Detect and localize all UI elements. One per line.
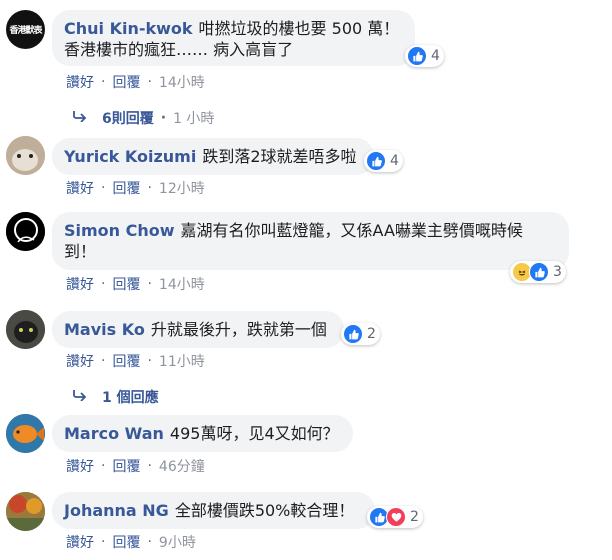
- comment-text: 升就最後升，跌就第一個: [150, 320, 327, 339]
- comment-author[interactable]: Johanna NG: [64, 501, 169, 520]
- comment-time[interactable]: 46分鐘: [159, 456, 205, 476]
- avatar[interactable]: [6, 136, 45, 175]
- separator-dot: ·: [101, 180, 106, 196]
- like-icon: [343, 324, 363, 344]
- comment-actions: 讚好 · 回覆 · 46分鐘: [66, 456, 205, 476]
- comment-bubble: Marco Wan 495萬呀，见4又如何？: [52, 415, 353, 452]
- reaction-count: 2: [410, 509, 419, 525]
- comment-actions: 讚好 · 回覆 · 14小時: [66, 72, 205, 92]
- like-button[interactable]: 讚好: [66, 532, 94, 552]
- avatar[interactable]: [6, 310, 45, 349]
- like-button[interactable]: 讚好: [66, 178, 94, 198]
- reaction-summary[interactable]: 2: [341, 323, 380, 345]
- comment-author[interactable]: Simon Chow: [64, 221, 175, 240]
- comment-text: 495萬呀，见4又如何？: [169, 424, 339, 443]
- separator-dot: ·: [101, 534, 106, 550]
- comment-actions: 讚好 · 回覆 · 14小時: [66, 274, 205, 294]
- autumn-photo-icon: [6, 492, 45, 531]
- like-icon: [529, 262, 549, 282]
- comment-bubble: Johanna NG 全部樓價跌50%較合理！: [52, 492, 375, 529]
- comment-bubble: Yurick Koizumi 跌到落2球就差唔多啦: [52, 138, 374, 175]
- separator-dot: ·: [147, 180, 152, 196]
- comment-time[interactable]: 12小時: [159, 178, 205, 198]
- reply-button[interactable]: 回覆: [112, 532, 140, 552]
- reply-arrow-icon: [72, 389, 88, 405]
- hamster-photo-icon: [6, 136, 45, 175]
- reaction-count: 3: [553, 264, 562, 280]
- reaction-summary[interactable]: 3: [510, 261, 566, 283]
- separator-dot: ·: [160, 110, 167, 126]
- reply-button[interactable]: 回覆: [112, 274, 140, 294]
- comment-text: 全部樓價跌50%較合理！: [174, 501, 355, 520]
- comment-time[interactable]: 14小時: [159, 274, 205, 294]
- separator-dot: ·: [147, 276, 152, 292]
- separator-dot: ·: [101, 276, 106, 292]
- reply-arrow-icon: [72, 110, 88, 126]
- comment-author[interactable]: Marco Wan: [64, 424, 164, 443]
- separator-dot: ·: [147, 458, 152, 474]
- view-replies-link[interactable]: 1 個回應: [72, 387, 159, 407]
- separator-dot: ·: [101, 74, 106, 90]
- replies-count-label[interactable]: 6則回覆: [102, 108, 154, 128]
- comment-actions: 讚好 · 回覆 · 9小時: [66, 532, 196, 552]
- reply-button[interactable]: 回覆: [112, 456, 140, 476]
- separator-dot: ·: [147, 353, 152, 369]
- replies-time: 1 小時: [173, 111, 215, 127]
- reply-button[interactable]: 回覆: [112, 72, 140, 92]
- like-button[interactable]: 讚好: [66, 274, 94, 294]
- reaction-count: 2: [367, 326, 376, 342]
- reaction-summary[interactable]: 4: [364, 150, 403, 172]
- comment-author[interactable]: Chui Kin-kwok: [64, 19, 193, 38]
- love-icon: [386, 507, 406, 527]
- avatar[interactable]: [6, 414, 45, 453]
- like-button[interactable]: 讚好: [66, 72, 94, 92]
- comment-author[interactable]: Mavis Ko: [64, 320, 145, 339]
- circle-logo-icon: [6, 212, 45, 251]
- comment-bubble: Mavis Ko 升就最後升，跌就第一個: [52, 311, 344, 348]
- view-replies-link[interactable]: 6則回覆 · 1 小時: [72, 108, 214, 128]
- reaction-count: 4: [431, 48, 440, 64]
- avatar[interactable]: [6, 492, 45, 531]
- cat-photo-icon: [6, 310, 45, 349]
- separator-dot: ·: [101, 353, 106, 369]
- like-button[interactable]: 讚好: [66, 351, 94, 371]
- comment-bubble: Simon Chow 嘉湖有名你叫藍燈籠，又係AA嚇業主劈價嘅時候 到！: [52, 212, 569, 270]
- like-icon: [407, 46, 427, 66]
- comment-text: 咁撚垃圾的樓也要 500 萬！: [198, 19, 400, 38]
- avatar-text: 香港默表: [9, 26, 42, 36]
- separator-dot: ·: [101, 458, 106, 474]
- comment-text: 嘉湖有名你叫藍燈籠，又係AA嚇業主劈價嘅時候: [180, 221, 523, 240]
- goldfish-photo-icon: [6, 414, 45, 453]
- replies-count-label[interactable]: 1 個回應: [102, 387, 159, 407]
- comment-text: 跌到落2球就差唔多啦: [202, 147, 357, 166]
- comment-author[interactable]: Yurick Koizumi: [64, 147, 196, 166]
- reaction-count: 4: [390, 153, 399, 169]
- comment-actions: 讚好 · 回覆 · 12小時: [66, 178, 205, 198]
- avatar[interactable]: [6, 212, 45, 251]
- reaction-summary[interactable]: 2: [367, 506, 423, 528]
- separator-dot: ·: [147, 534, 152, 550]
- reaction-summary[interactable]: 4: [405, 45, 444, 67]
- reply-button[interactable]: 回覆: [112, 178, 140, 198]
- comment-time[interactable]: 11小時: [159, 351, 205, 371]
- comment-text-line2: 香港樓市的瘋狂…… 病入高盲了: [64, 40, 294, 59]
- comment-time[interactable]: 14小時: [159, 72, 205, 92]
- like-icon: [366, 151, 386, 171]
- comment-actions: 讚好 · 回覆 · 11小時: [66, 351, 205, 371]
- comment-time[interactable]: 9小時: [159, 532, 196, 552]
- reply-button[interactable]: 回覆: [112, 351, 140, 371]
- comment-bubble: Chui Kin-kwok 咁撚垃圾的樓也要 500 萬！ 香港樓市的瘋狂…… 病…: [52, 10, 415, 66]
- avatar[interactable]: 香港默表: [6, 10, 45, 49]
- comment-text-line2: 到！: [64, 242, 97, 261]
- separator-dot: ·: [147, 74, 152, 90]
- like-button[interactable]: 讚好: [66, 456, 94, 476]
